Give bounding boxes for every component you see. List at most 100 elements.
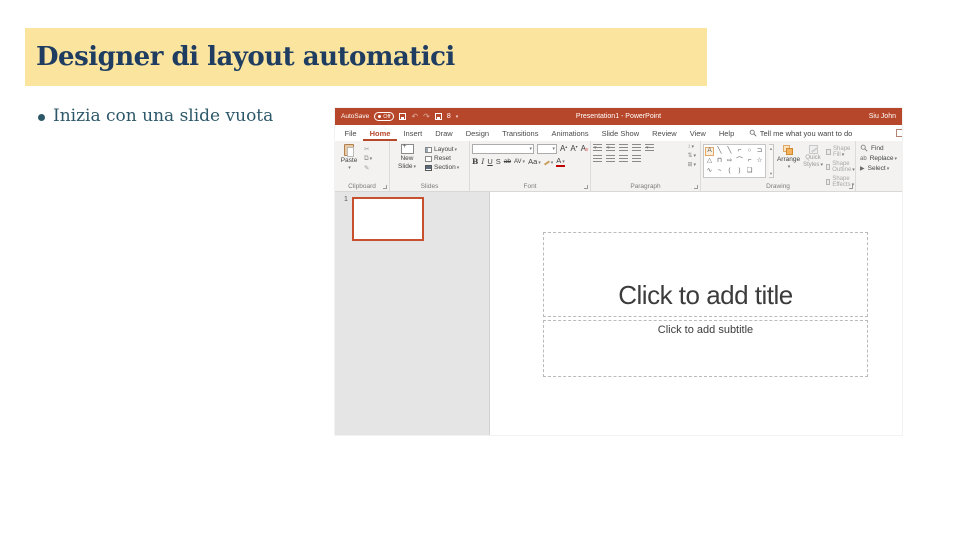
redo-icon[interactable]: ↷ [423, 112, 430, 121]
paste-button[interactable]: Paste [337, 144, 361, 179]
bullets-button[interactable] [593, 144, 602, 151]
bullet-dot-icon [38, 113, 45, 121]
shapes-scrollbar[interactable]: ▲ ▼ [769, 144, 774, 178]
tab-view[interactable]: View [683, 125, 712, 141]
convert-smartart-button[interactable]: ⊞ [687, 162, 696, 168]
shape-icon[interactable]: ⌐ [745, 157, 754, 166]
paragraph-dialog-launcher-icon[interactable] [694, 185, 698, 189]
undo-icon[interactable]: ↶ [411, 112, 418, 121]
align-left-button[interactable] [593, 155, 602, 162]
underline-button[interactable]: U [487, 158, 492, 166]
align-center-button[interactable] [606, 155, 615, 162]
shape-icon[interactable]: ○ [745, 147, 754, 156]
shape-icon[interactable]: ) [735, 167, 744, 176]
scroll-down-icon[interactable]: ▼ [769, 171, 773, 176]
section-button[interactable]: Section [425, 164, 459, 171]
group-label-clipboard: Clipboard [348, 183, 376, 190]
shape-fill-button[interactable]: Shape Fill [825, 146, 857, 158]
tab-animations[interactable]: Animations [545, 125, 595, 141]
bold-button[interactable]: B [472, 158, 478, 166]
shape-icon[interactable]: ⊓ [715, 157, 724, 166]
slide-number: 1 [344, 196, 348, 203]
font-dialog-launcher-icon[interactable] [584, 185, 588, 189]
touch-mouse-mode-icon[interactable]: 8 [447, 113, 451, 120]
tab-file[interactable]: File [338, 125, 363, 141]
shape-icon[interactable]: ( [725, 167, 734, 176]
shape-icon[interactable]: ╲ [715, 147, 724, 156]
increase-indent-button[interactable] [632, 144, 641, 151]
decrease-font-size-button[interactable]: A▾ [570, 145, 577, 153]
group-slides: New Slide Layout Reset [390, 141, 470, 191]
arrange-button[interactable]: Arrange [777, 144, 800, 179]
text-direction-button[interactable]: ↕ [687, 144, 696, 150]
reset-button[interactable]: Reset [425, 155, 459, 162]
align-right-button[interactable] [619, 155, 628, 162]
character-spacing-button[interactable]: AV [514, 159, 525, 165]
layout-button[interactable]: Layout [425, 146, 459, 153]
account-user-name[interactable]: Siu John [869, 113, 896, 120]
shape-icon[interactable]: ∿ [705, 167, 714, 176]
clipboard-dialog-launcher-icon[interactable] [383, 185, 387, 189]
shape-icon[interactable]: △ [705, 157, 714, 166]
tab-slide-show[interactable]: Slide Show [595, 125, 646, 141]
shape-icon[interactable]: ~ [715, 167, 724, 176]
font-size-combo[interactable] [536, 144, 557, 154]
tab-design[interactable]: Design [459, 125, 495, 141]
shape-icon[interactable]: ☆ [755, 157, 764, 166]
group-font: A▴ A▾ A B I U S ab AV Aa A [470, 141, 591, 191]
tell-me-search[interactable]: Tell me what you want to do [749, 125, 852, 141]
text-shadow-button[interactable]: S [496, 158, 501, 166]
tab-home[interactable]: Home [363, 125, 397, 141]
select-button[interactable]: ▶ Select [860, 165, 902, 172]
tab-insert[interactable]: Insert [397, 125, 429, 141]
quick-styles-button[interactable]: Quick Styles [803, 144, 823, 179]
decrease-indent-button[interactable] [619, 144, 628, 151]
increase-font-size-button[interactable]: A▴ [560, 145, 567, 153]
strikethrough-button[interactable]: ab [504, 158, 511, 166]
find-button[interactable]: Find [860, 144, 902, 152]
tab-review[interactable]: Review [646, 125, 684, 141]
font-color-button[interactable]: A [556, 157, 565, 167]
subtitle-placeholder[interactable]: Click to add subtitle [543, 320, 868, 377]
italic-button[interactable]: I [481, 158, 484, 166]
qat-customize-icon[interactable]: ▾ [456, 114, 459, 120]
shape-icon[interactable]: ⇨ [725, 157, 734, 166]
new-slide-button[interactable]: New Slide [392, 143, 422, 179]
justify-button[interactable] [632, 155, 641, 162]
shapes-gallery[interactable]: A ╲ ╲ ⌐ ○ ⊐ △ ⊓ ⇨ ⌒ ⌐ ☆ ∿ ~() ❏ [703, 144, 766, 178]
cut-icon[interactable]: ✂ [364, 146, 372, 153]
shapes-row: A ╲ ╲ ⌐ ○ ⊐ [705, 146, 764, 156]
autosave-toggle[interactable]: Off [374, 112, 395, 121]
reset-icon [425, 155, 432, 162]
select-icon: ▶ [860, 165, 865, 172]
group-paragraph: ↕ ⇅ ⊞ Paragraph [591, 141, 701, 191]
font-name-combo[interactable] [472, 144, 534, 154]
tab-draw[interactable]: Draw [429, 125, 460, 141]
slide-thumbnail[interactable] [352, 197, 424, 241]
highlight-color-button[interactable] [543, 159, 554, 166]
shape-icon[interactable]: A [705, 146, 714, 156]
clear-formatting-button[interactable]: A [581, 145, 589, 153]
shape-icon[interactable]: ⊐ [755, 147, 764, 156]
tab-help[interactable]: Help [712, 125, 740, 141]
scroll-up-icon[interactable]: ▲ [769, 146, 773, 151]
align-text-button[interactable]: ⇅ [687, 153, 696, 159]
shape-icon[interactable]: ⌐ [735, 147, 744, 156]
replace-button[interactable]: ab Replace [860, 155, 902, 162]
save-icon[interactable] [399, 113, 407, 120]
line-spacing-button[interactable] [645, 144, 654, 151]
shape-outline-button[interactable]: Shape Outline [825, 161, 857, 173]
shape-icon[interactable]: ❏ [745, 167, 754, 176]
change-case-button[interactable]: Aa [528, 158, 541, 166]
format-painter-icon[interactable]: ✎ [364, 165, 372, 172]
copy-icon[interactable]: ⧉ [364, 155, 372, 163]
numbering-button[interactable] [606, 144, 615, 151]
shape-icon[interactable]: ╲ [725, 147, 734, 156]
group-label-drawing: Drawing [766, 183, 790, 190]
title-placeholder[interactable]: Click to add title [543, 232, 868, 317]
share-icon[interactable] [896, 129, 902, 137]
start-slideshow-icon[interactable] [434, 113, 442, 120]
tab-transitions[interactable]: Transitions [496, 125, 545, 141]
drawing-dialog-launcher-icon[interactable] [849, 185, 853, 189]
shape-icon[interactable]: ⌒ [735, 157, 744, 166]
